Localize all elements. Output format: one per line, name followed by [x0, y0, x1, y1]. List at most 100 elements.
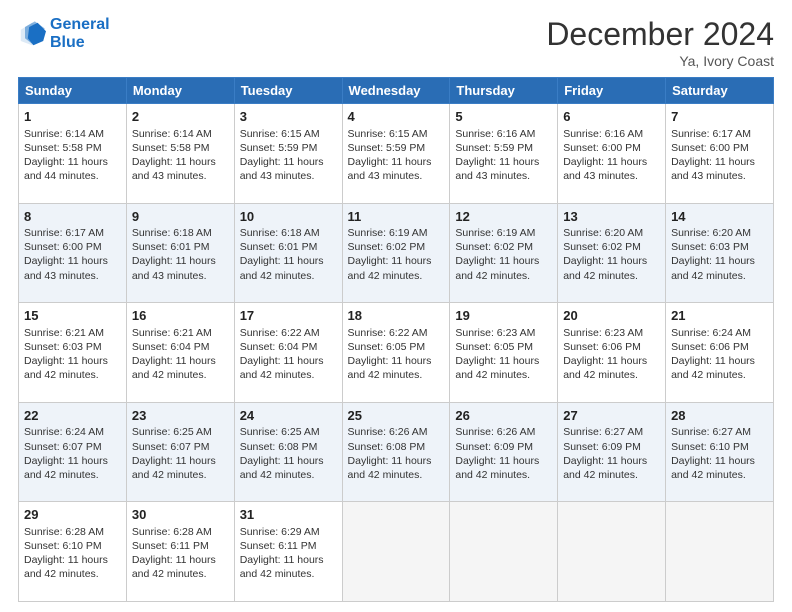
day-info: Daylight: 11 hours — [563, 155, 660, 169]
day-cell: 6Sunrise: 6:16 AMSunset: 6:00 PMDaylight… — [558, 104, 666, 204]
day-info: Sunrise: 6:24 AM — [671, 326, 768, 340]
day-info: Sunset: 6:08 PM — [348, 440, 445, 454]
day-cell: 11Sunrise: 6:19 AMSunset: 6:02 PMDayligh… — [342, 203, 450, 303]
day-info: Daylight: 11 hours — [240, 155, 337, 169]
day-cell: 27Sunrise: 6:27 AMSunset: 6:09 PMDayligh… — [558, 402, 666, 502]
day-info: and 43 minutes. — [671, 169, 768, 183]
day-info: Sunset: 6:11 PM — [240, 539, 337, 553]
day-info: Sunset: 5:58 PM — [24, 141, 121, 155]
day-number: 18 — [348, 307, 445, 325]
day-number: 12 — [455, 208, 552, 226]
day-number: 13 — [563, 208, 660, 226]
day-info: and 42 minutes. — [348, 368, 445, 382]
day-info: Daylight: 11 hours — [240, 454, 337, 468]
day-cell: 5Sunrise: 6:16 AMSunset: 5:59 PMDaylight… — [450, 104, 558, 204]
day-info: and 42 minutes. — [348, 468, 445, 482]
day-info: Sunrise: 6:22 AM — [240, 326, 337, 340]
day-cell: 30Sunrise: 6:28 AMSunset: 6:11 PMDayligh… — [126, 502, 234, 602]
day-info: Daylight: 11 hours — [348, 155, 445, 169]
day-info: Sunset: 6:01 PM — [240, 240, 337, 254]
day-number: 11 — [348, 208, 445, 226]
day-info: and 42 minutes. — [132, 368, 229, 382]
day-info: Daylight: 11 hours — [24, 354, 121, 368]
day-cell: 31Sunrise: 6:29 AMSunset: 6:11 PMDayligh… — [234, 502, 342, 602]
day-info: Sunrise: 6:27 AM — [671, 425, 768, 439]
day-info: and 42 minutes. — [671, 269, 768, 283]
week-row-2: 8Sunrise: 6:17 AMSunset: 6:00 PMDaylight… — [19, 203, 774, 303]
day-info: and 43 minutes. — [132, 269, 229, 283]
day-cell: 25Sunrise: 6:26 AMSunset: 6:08 PMDayligh… — [342, 402, 450, 502]
day-info: Daylight: 11 hours — [563, 254, 660, 268]
day-info: Sunrise: 6:26 AM — [455, 425, 552, 439]
day-info: Sunset: 6:09 PM — [563, 440, 660, 454]
day-cell: 29Sunrise: 6:28 AMSunset: 6:10 PMDayligh… — [19, 502, 127, 602]
day-cell: 1Sunrise: 6:14 AMSunset: 5:58 PMDaylight… — [19, 104, 127, 204]
day-info: Daylight: 11 hours — [132, 354, 229, 368]
day-info: Sunrise: 6:19 AM — [348, 226, 445, 240]
header-row: SundayMondayTuesdayWednesdayThursdayFrid… — [19, 78, 774, 104]
day-cell: 24Sunrise: 6:25 AMSunset: 6:08 PMDayligh… — [234, 402, 342, 502]
week-row-4: 22Sunrise: 6:24 AM Sunset: 6:07 PM Dayligh… — [19, 402, 774, 502]
day-number: 7 — [671, 108, 768, 126]
day-info: Sunrise: 6:21 AM — [24, 326, 121, 340]
day-info: and 42 minutes. — [563, 468, 660, 482]
day-info: Sunrise: 6:24 AM — [24, 425, 121, 439]
day-cell: 21Sunrise: 6:24 AMSunset: 6:06 PMDayligh… — [666, 303, 774, 403]
day-number: 23 — [132, 407, 229, 425]
day-info: Sunrise: 6:14 AM — [132, 127, 229, 141]
day-info: Sunrise: 6:23 AM — [455, 326, 552, 340]
day-info: Sunrise: 6:27 AM — [563, 425, 660, 439]
day-number: 15 — [24, 307, 121, 325]
day-cell: 9Sunrise: 6:18 AMSunset: 6:01 PMDaylight… — [126, 203, 234, 303]
day-info: and 42 minutes. — [132, 567, 229, 581]
day-info: Sunset: 6:06 PM — [563, 340, 660, 354]
day-info: Daylight: 11 hours — [348, 254, 445, 268]
day-cell: 22Sunrise: 6:24 AMSunset: 6:07 PMDayligh… — [19, 402, 127, 502]
day-info: Daylight: 11 hours — [455, 454, 552, 468]
day-info: Sunrise: 6:28 AM — [132, 525, 229, 539]
day-cell: 20Sunrise: 6:23 AMSunset: 6:06 PMDayligh… — [558, 303, 666, 403]
day-cell: 18Sunrise: 6:22 AMSunset: 6:05 PMDayligh… — [342, 303, 450, 403]
day-cell: 19Sunrise: 6:23 AMSunset: 6:05 PMDayligh… — [450, 303, 558, 403]
day-info: Sunset: 6:07 PM — [132, 440, 229, 454]
day-info: Sunset: 6:10 PM — [671, 440, 768, 454]
day-info: Sunrise: 6:20 AM — [563, 226, 660, 240]
day-number: 3 — [240, 108, 337, 126]
day-cell — [450, 502, 558, 602]
day-number: 20 — [563, 307, 660, 325]
day-info: and 42 minutes. — [563, 269, 660, 283]
day-number: 25 — [348, 407, 445, 425]
day-info: and 43 minutes. — [563, 169, 660, 183]
day-info: and 42 minutes. — [240, 567, 337, 581]
day-info: and 42 minutes. — [671, 368, 768, 382]
day-cell: 28Sunrise: 6:27 AMSunset: 6:10 PMDayligh… — [666, 402, 774, 502]
day-info: and 42 minutes. — [240, 269, 337, 283]
day-info: Daylight: 11 hours — [671, 354, 768, 368]
day-number: 30 — [132, 506, 229, 524]
day-info: Sunset: 6:02 PM — [563, 240, 660, 254]
day-info: Daylight: 11 hours — [563, 454, 660, 468]
day-number: 10 — [240, 208, 337, 226]
day-number: 31 — [240, 506, 337, 524]
day-info: Sunrise: 6:20 AM — [671, 226, 768, 240]
day-number: 21 — [671, 307, 768, 325]
day-info: Sunrise: 6:15 AM — [348, 127, 445, 141]
day-info: and 42 minutes. — [348, 269, 445, 283]
day-cell: 26Sunrise: 6:26 AMSunset: 6:09 PMDayligh… — [450, 402, 558, 502]
day-info: Sunset: 6:04 PM — [132, 340, 229, 354]
day-info: Daylight: 11 hours — [563, 354, 660, 368]
day-number: 22 — [24, 407, 121, 425]
day-info: Daylight: 11 hours — [132, 155, 229, 169]
day-number: 29 — [24, 506, 121, 524]
day-info: Sunset: 6:01 PM — [132, 240, 229, 254]
day-info: Sunset: 6:05 PM — [348, 340, 445, 354]
day-info: Sunset: 6:00 PM — [24, 240, 121, 254]
day-info: Sunrise: 6:22 AM — [348, 326, 445, 340]
day-info: Sunrise: 6:17 AM — [671, 127, 768, 141]
day-cell: 8Sunrise: 6:17 AMSunset: 6:00 PMDaylight… — [19, 203, 127, 303]
day-cell: 4Sunrise: 6:15 AMSunset: 5:59 PMDaylight… — [342, 104, 450, 204]
col-header-friday: Friday — [558, 78, 666, 104]
day-info: Sunset: 5:58 PM — [132, 141, 229, 155]
day-info: Sunrise: 6:16 AM — [455, 127, 552, 141]
day-number: 26 — [455, 407, 552, 425]
